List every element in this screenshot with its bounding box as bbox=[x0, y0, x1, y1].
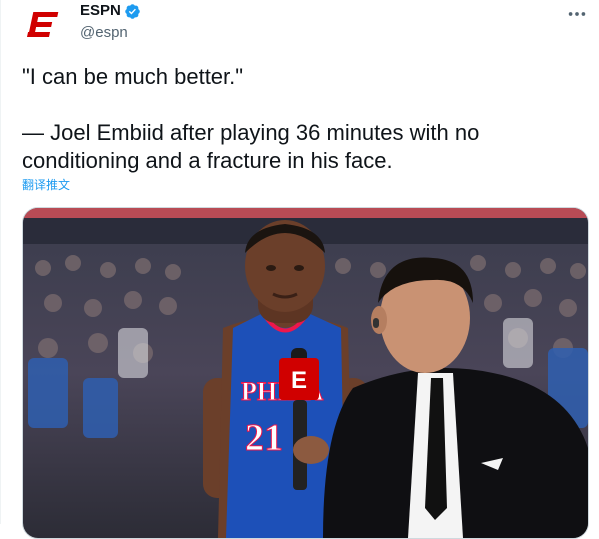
more-horizontal-icon[interactable] bbox=[566, 3, 588, 25]
jersey-number: 21 bbox=[245, 417, 283, 459]
mic-flag-logo: E bbox=[291, 367, 307, 394]
media-illustration: PHILA 21 E bbox=[23, 208, 588, 538]
espn-logo-icon bbox=[26, 12, 59, 37]
author-name[interactable]: ESPN bbox=[80, 2, 121, 19]
verified-badge-icon bbox=[125, 4, 140, 19]
tweet-header: ESPN @espn bbox=[0, 0, 599, 50]
espn-avatar[interactable] bbox=[22, 4, 66, 48]
tweet-media-photo[interactable]: PHILA 21 E bbox=[22, 207, 589, 539]
tweet-text: "I can be much better." — Joel Embiid af… bbox=[22, 64, 480, 173]
timeline-divider bbox=[0, 0, 1, 524]
translate-tweet-link[interactable]: 翻译推文 bbox=[22, 176, 70, 193]
author-handle[interactable]: @espn bbox=[80, 24, 128, 41]
